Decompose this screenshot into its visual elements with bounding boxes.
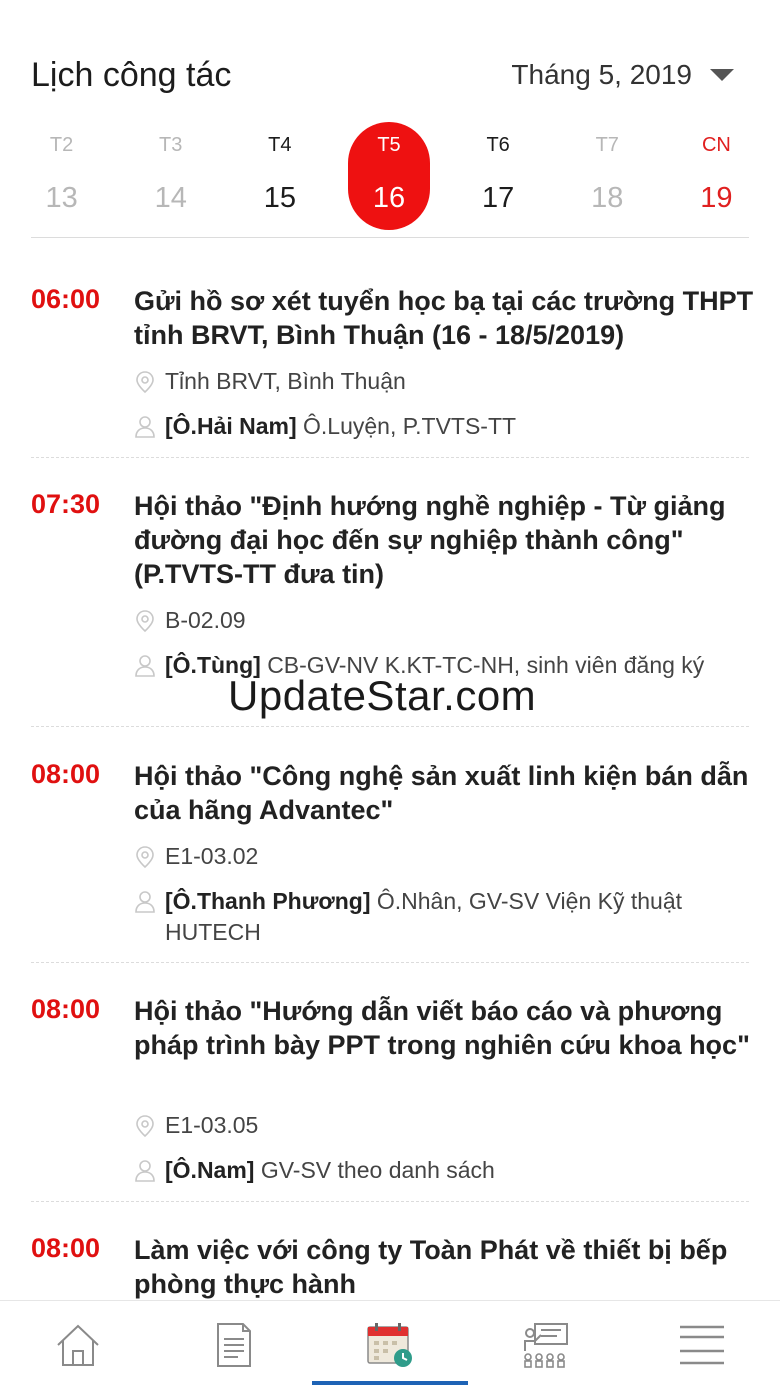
event-title: Làm việc với công ty Toàn Phát về thiết … [134, 1235, 728, 1299]
document-icon [217, 1323, 251, 1367]
event-divider [31, 726, 749, 727]
person-icon [135, 1160, 155, 1182]
location-pin-icon [136, 371, 154, 394]
day-number: 18 [591, 182, 624, 214]
day-tue[interactable]: T3 14 [116, 120, 225, 230]
header: Lịch công tác Tháng 5, 2019 T2 13 T3 14 … [0, 0, 780, 238]
day-sat[interactable]: T7 18 [553, 120, 662, 230]
day-number: 16 [372, 182, 406, 214]
event-time: 08:00 [31, 759, 101, 789]
tab-schedule[interactable] [312, 1301, 468, 1387]
host-name: [Ô.Hải Nam] [165, 413, 297, 439]
location-pin-icon [136, 846, 154, 869]
month-label: Tháng 5, 2019 [511, 59, 692, 90]
watermark-text: UpdateStar.com [228, 672, 537, 719]
event-title: Hội thảo "Công nghệ sản xuất linh kiện b… [134, 761, 749, 825]
day-of-week-label: T5 [377, 134, 401, 156]
event-people: [Ô.Hải Nam] Ô.Luyện, P.TVTS-TT [134, 411, 744, 442]
day-number: 17 [482, 182, 515, 214]
event-title: Hội thảo "Hướng dẫn viết báo cáo và phươ… [134, 996, 750, 1060]
event-people: [Ô.Thanh Phương] Ô.Nhân, GV-SV Viện Kỹ t… [134, 886, 744, 948]
event-time: 08:00 [31, 1233, 101, 1263]
active-tab-indicator [312, 1381, 468, 1385]
menu-icon [680, 1325, 724, 1365]
day-wed[interactable]: T4 15 [225, 120, 334, 230]
event-location: E1-03.05 [134, 1110, 744, 1141]
event-divider [31, 962, 749, 963]
location-pin-icon [136, 610, 154, 633]
day-of-week-label: T4 [268, 134, 292, 156]
caret-down-icon [710, 69, 734, 81]
location-text: B-02.09 [165, 607, 246, 633]
participants-text: GV-SV theo danh sách [260, 1157, 495, 1183]
day-number: 13 [45, 182, 78, 214]
person-icon [135, 655, 155, 677]
day-of-week-label: T3 [159, 134, 183, 156]
page-title: Lịch công tác [31, 56, 232, 94]
day-sun[interactable]: CN 19 [662, 120, 771, 230]
event-time: 07:30 [31, 489, 101, 519]
person-icon [135, 416, 155, 438]
event-divider [31, 457, 749, 458]
event-title: Hội thảo "Định hướng nghề nghiệp - Từ gi… [134, 491, 726, 589]
tab-documents[interactable] [156, 1301, 312, 1387]
week-strip: T2 13 T3 14 T4 15 T5 16 T6 17 T7 18 CN 1… [7, 120, 771, 230]
event-title: Gửi hồ sơ xét tuyển học bạ tại các trườn… [134, 286, 754, 350]
event-time: 08:00 [31, 994, 101, 1024]
location-text: Tỉnh BRVT, Bình Thuận [165, 368, 406, 394]
day-of-week-label: T2 [49, 134, 74, 156]
month-selector[interactable]: Tháng 5, 2019 [511, 59, 734, 91]
day-number: 19 [700, 182, 733, 214]
event-divider [31, 1201, 749, 1202]
location-text: E1-03.05 [165, 1112, 259, 1138]
day-of-week-label: T6 [486, 134, 510, 156]
day-number: 15 [263, 182, 296, 214]
tab-menu[interactable] [624, 1301, 780, 1387]
location-pin-icon [136, 1115, 154, 1138]
day-thu-selected[interactable]: T5 16 [334, 120, 443, 230]
day-fri[interactable]: T6 17 [444, 120, 553, 230]
participants-text: Ô.Luyện, P.TVTS-TT [303, 413, 517, 439]
event-time: 06:00 [31, 284, 101, 314]
day-mon[interactable]: T2 13 [7, 120, 116, 230]
location-text: E1-03.02 [165, 843, 259, 869]
tab-home[interactable] [0, 1301, 156, 1387]
host-name: [Ô.Thanh Phương] [165, 888, 371, 914]
host-name: [Ô.Nam] [165, 1157, 255, 1183]
day-of-week-label: CN [701, 134, 731, 156]
event-list[interactable]: 06:00 Gửi hồ sơ xét tuyển học bạ tại các… [0, 238, 780, 1300]
person-icon [135, 891, 155, 913]
event-location: E1-03.02 [134, 841, 744, 872]
home-icon [57, 1324, 99, 1366]
presentation-icon [524, 1323, 568, 1368]
event-location: Tỉnh BRVT, Bình Thuận [134, 366, 744, 397]
bottom-tab-bar [0, 1300, 780, 1387]
calendar-clock-icon [367, 1323, 412, 1367]
event-people: [Ô.Nam] GV-SV theo danh sách [134, 1155, 744, 1186]
event-location: B-02.09 [134, 605, 744, 636]
tab-training[interactable] [468, 1301, 624, 1387]
day-number: 14 [154, 182, 187, 214]
day-of-week-label: T7 [595, 134, 619, 156]
